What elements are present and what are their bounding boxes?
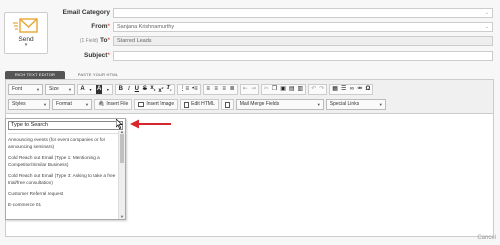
horizontal-line-icon[interactable]: ☰ <box>341 85 346 94</box>
insert-image-button[interactable]: Insert Image <box>134 99 179 110</box>
format-combo[interactable]: Format ▼ <box>52 99 92 110</box>
chevron-down-icon: ▼ <box>43 102 47 107</box>
chevron-down-icon: ▼ <box>378 102 383 107</box>
format-group: B I U S x2 x2 Tx <box>115 84 175 96</box>
chevron-down-icon: ▼ <box>36 87 40 92</box>
tab-paste-html[interactable]: PASTE YOUR HTML <box>73 71 123 79</box>
unlink-icon[interactable]: ⚮ <box>357 85 362 94</box>
email-category-select[interactable]: ⌄ <box>113 8 493 18</box>
annotation-arrow-icon <box>130 119 171 129</box>
paste-icon[interactable]: ▣ <box>280 85 286 94</box>
toolbar-row-2: Styles ▼ Format ▼ 🖇 Insert File Insert Imag… <box>8 98 386 111</box>
italic-button[interactable]: I <box>126 85 131 94</box>
history-group: ↶ ↷ <box>308 84 328 95</box>
list-item[interactable]: Cold Reach out Email (Type 3: Asking to … <box>8 172 118 186</box>
scrollbar-thumb[interactable] <box>120 134 124 163</box>
background-color-button[interactable]: A <box>96 85 103 94</box>
list-item[interactable]: Announcing events (for event companies o… <box>8 133 118 150</box>
bulleted-list-icon[interactable]: •≡ <box>192 85 198 94</box>
dropdown-scrollbar[interactable]: ▲ ▼ <box>118 130 125 219</box>
list-item[interactable]: Customer Referral request <box>8 190 118 197</box>
copy-icon[interactable]: ❐ <box>272 85 277 94</box>
list-group: ⋮≡ •≡ <box>176 84 201 95</box>
special-char-icon[interactable]: Ω <box>365 85 370 94</box>
align-group: ≡ ≡ ≡ ≣ <box>202 84 238 95</box>
align-right-icon[interactable]: ≡ <box>222 85 227 94</box>
insert-group: ▦ ☰ ∞ ⚮ Ω <box>329 84 374 95</box>
to-label: (1 Field) To* <box>79 37 110 44</box>
chevron-down-icon[interactable]: ▾ <box>88 85 93 94</box>
edit-html-button[interactable]: Edit HTML <box>180 99 219 110</box>
cancel-link[interactable]: Cancel <box>477 235 496 241</box>
from-select[interactable]: Sanjana Krishnamurthy ⌄ <box>113 22 493 32</box>
chevron-down-icon: ▼ <box>85 102 89 107</box>
special-links-combo[interactable]: Special Links ▼ <box>325 99 386 110</box>
to-row: (1 Field) To* Starred Leads <box>0 36 500 47</box>
document-icon <box>184 101 190 108</box>
email-category-label: Email Category <box>62 9 110 16</box>
bold-button[interactable]: B <box>118 85 123 94</box>
template-list: Announcing events (for event companies o… <box>8 133 118 212</box>
subscript-button[interactable]: x2 <box>150 84 155 95</box>
strikethrough-button[interactable]: S <box>142 85 147 94</box>
toolbar-row-1: Font ▼ Size ▼ A ▾ A ▾ B I U S x2 x2 Tx ⋮≡ <box>8 83 374 96</box>
image-icon <box>138 102 145 107</box>
template-dropdown[interactable]: Type to Search Announcing events (for ev… <box>5 118 126 220</box>
preview-button[interactable] <box>220 99 234 110</box>
template-search-input[interactable]: Type to Search <box>8 121 123 130</box>
subject-label: Subject* <box>83 52 110 59</box>
numbered-list-icon[interactable]: ⋮≡ <box>180 85 190 94</box>
mail-merge-fields-combo[interactable]: Mail Merge Fields ▼ <box>235 99 324 110</box>
chevron-down-icon: ▼ <box>316 102 321 107</box>
from-row: From* Sanjana Krishnamurthy ⌄ <box>0 22 500 33</box>
chevron-down-icon: ⌄ <box>484 24 489 30</box>
preview-icon <box>224 101 230 108</box>
email-category-row: Email Category ⌄ <box>0 8 500 19</box>
outdent-icon[interactable]: ⇤ <box>243 85 248 94</box>
size-combo[interactable]: Size ▼ <box>45 84 75 95</box>
align-left-icon[interactable]: ≡ <box>206 85 211 94</box>
chevron-down-icon: ⌄ <box>484 10 489 16</box>
font-combo[interactable]: Font ▼ <box>8 84 43 95</box>
paste-text-icon[interactable]: ▤ <box>289 85 295 94</box>
subject-row: Subject* <box>0 51 500 62</box>
paperclip-icon: 🖇 <box>98 101 105 107</box>
styles-combo[interactable]: Styles ▼ <box>8 99 50 110</box>
chevron-down-icon: ▼ <box>68 87 72 92</box>
table-icon[interactable]: ▦ <box>332 85 338 94</box>
mouse-cursor-icon <box>116 119 123 129</box>
align-justify-icon[interactable]: ≣ <box>230 85 235 94</box>
cut-icon[interactable]: ✂ <box>264 85 269 94</box>
text-color-button[interactable]: A <box>80 85 85 94</box>
redo-icon[interactable]: ↷ <box>319 85 324 94</box>
indent-icon[interactable]: ⇥ <box>251 85 256 94</box>
align-center-icon[interactable]: ≡ <box>214 85 219 94</box>
chevron-down-icon[interactable]: ▾ <box>105 85 110 94</box>
list-item[interactable]: E-commerce 01 <box>8 201 118 208</box>
underline-button[interactable]: U <box>134 85 139 94</box>
paste-word-icon[interactable]: ▥ <box>298 85 304 94</box>
link-icon[interactable]: ∞ <box>349 85 354 94</box>
scroll-down-icon[interactable]: ▼ <box>119 215 125 219</box>
undo-icon[interactable]: ↶ <box>311 85 316 94</box>
remove-format-button[interactable]: Tx <box>166 84 171 95</box>
color-group: A ▾ A ▾ <box>77 84 114 95</box>
tab-rich-text-editor[interactable]: RICH TEXT EDITOR <box>5 71 65 79</box>
list-item[interactable]: Cold Reach out Email (Type 1: Mentioning… <box>8 154 118 168</box>
editor-toolbar: Font ▼ Size ▼ A ▾ A ▾ B I U S x2 x2 Tx ⋮≡ <box>6 80 493 114</box>
insert-file-button[interactable]: 🖇 Insert File <box>94 99 133 110</box>
compose-email-panel: Send ▾ Email Category ⌄ From* Sanjana Kr… <box>0 0 500 245</box>
clipboard-group: ✂ ❐ ▣ ▤ ▥ <box>260 84 307 95</box>
indent-group: ⇤ ⇥ <box>239 84 259 95</box>
from-label: From* <box>91 23 110 30</box>
to-field[interactable]: Starred Leads <box>113 36 493 46</box>
subject-input[interactable] <box>113 51 493 61</box>
superscript-button[interactable]: x2 <box>158 84 163 96</box>
